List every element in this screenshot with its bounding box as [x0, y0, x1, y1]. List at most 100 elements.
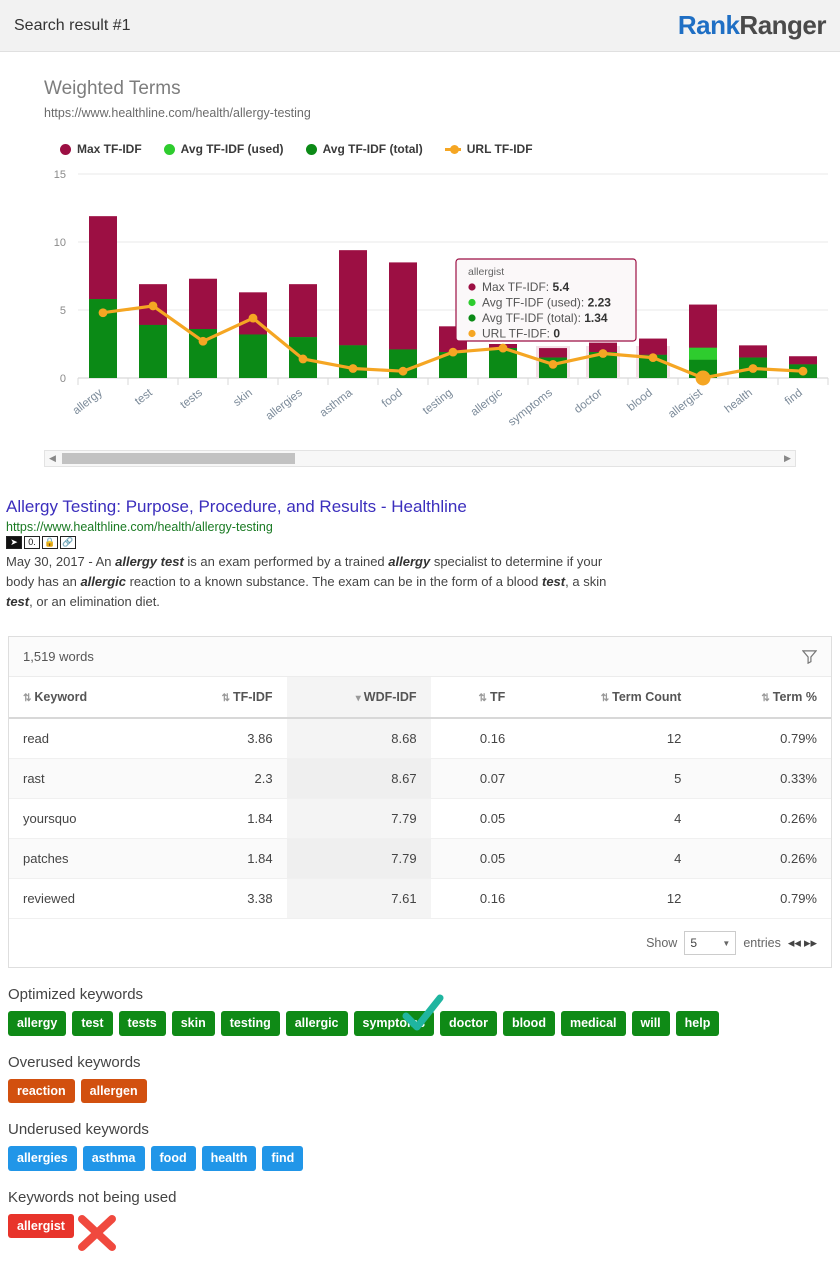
bar-avg-total[interactable]: [339, 345, 367, 378]
legend-item-url-tfidf[interactable]: URL TF-IDF: [444, 142, 533, 156]
x-axis-tick-label: doctor: [572, 387, 605, 416]
line-point-url-tfidf[interactable]: [298, 354, 308, 364]
line-point-url-tfidf[interactable]: [748, 364, 758, 373]
entries-value: 5: [690, 936, 698, 951]
line-point-url-tfidf[interactable]: [598, 349, 608, 358]
keyword-chip-row: allergist: [8, 1213, 832, 1238]
show-label: Show: [646, 936, 678, 951]
tooltip-series-dot: [468, 314, 476, 322]
keyword-chip[interactable]: testing: [220, 1011, 280, 1036]
scrollbar-thumb[interactable]: [62, 453, 295, 464]
cell-tf: 0.05: [430, 798, 520, 840]
line-point-url-tfidf[interactable]: [198, 336, 208, 346]
keyword-table-body: read 3.86 8.68 0.16 12 0.79% rast 2.3 8.67 0.07 5 0…: [9, 718, 831, 920]
cell-tf: 0.07: [430, 758, 520, 800]
snippet-highlight: allergic: [80, 574, 126, 590]
keyword-chip[interactable]: help: [675, 1011, 720, 1036]
x-axis-tick-label: testing: [421, 387, 455, 417]
x-axis-tick-label: find: [783, 387, 805, 408]
link-icon[interactable]: 🔗: [60, 536, 76, 549]
legend-item-avg-total[interactable]: Avg TF-IDF (total): [305, 142, 423, 156]
keyword-chip[interactable]: allergen: [80, 1078, 147, 1104]
keyword-chip[interactable]: reaction: [8, 1078, 75, 1104]
legend-label-max-tfidf: Max TF-IDF: [77, 142, 142, 156]
keyword-chip[interactable]: health: [201, 1146, 257, 1171]
result-title-link[interactable]: Allergy Testing: Purpose, Procedure, and…: [6, 497, 830, 517]
line-point-url-tfidf[interactable]: [98, 308, 108, 318]
chart-legend: Max TF-IDF Avg TF-IDF (used) Avg TF-IDF …: [60, 142, 840, 156]
column-label: Term %: [772, 690, 817, 705]
x-axis-tick-label: asthma: [318, 387, 356, 420]
table-row[interactable]: patches 1.84 7.79 0.05 4 0.26%: [9, 838, 831, 880]
keyword-chip[interactable]: allergist: [8, 1213, 74, 1238]
double-chevron-left-icon[interactable]: ◂◂: [788, 935, 801, 951]
entries-per-page-select[interactable]: 5 ▼: [684, 931, 737, 956]
keyword-chip[interactable]: find: [262, 1146, 304, 1171]
line-point-url-tfidf[interactable]: [248, 313, 258, 323]
table-column-header-tf[interactable]: ⇅ TF: [430, 677, 520, 720]
tooltip-series-value: 2.23: [588, 296, 612, 310]
y-axis-tick-label: 5: [60, 305, 66, 317]
legend-item-avg-used[interactable]: Avg TF-IDF (used): [163, 142, 284, 156]
table-row[interactable]: yoursquo 1.84 7.79 0.05 4 0.26%: [9, 798, 831, 840]
table-column-header-keyword[interactable]: ⇅ Keyword: [9, 677, 159, 720]
table-column-header-term-count[interactable]: ⇅ Term Count: [519, 677, 696, 720]
line-point-url-tfidf[interactable]: [695, 370, 711, 386]
table-row[interactable]: read 3.86 8.68 0.16 12 0.79%: [9, 718, 831, 760]
keyword-chip-row: allergies asthma food health find: [8, 1146, 832, 1171]
double-chevron-right-icon[interactable]: ▸▸: [804, 935, 817, 951]
table-column-header-tf-idf[interactable]: ⇅ TF-IDF: [158, 677, 287, 720]
keyword-chip[interactable]: doctor: [440, 1011, 497, 1036]
keyword-chip[interactable]: allergy: [8, 1011, 67, 1036]
legend-label-avg-used: Avg TF-IDF (used): [180, 142, 284, 156]
lock-icon[interactable]: 🔒: [42, 536, 58, 549]
cell-keyword: read: [9, 718, 159, 760]
arrow-icon[interactable]: ➤: [6, 536, 22, 549]
line-point-url-tfidf[interactable]: [448, 347, 458, 357]
keyword-chip[interactable]: asthma: [82, 1146, 145, 1171]
keyword-chip[interactable]: allergic: [285, 1011, 348, 1036]
keyword-group-orange: Overused keywords reaction allergen: [8, 1054, 832, 1104]
line-point-url-tfidf[interactable]: [648, 353, 658, 362]
bar-avg-total[interactable]: [239, 334, 267, 378]
weighted-terms-svg[interactable]: 0 5 10 15 allergy test tests skin allergies asthm…: [0, 166, 840, 436]
line-point-url-tfidf[interactable]: [548, 360, 558, 369]
table-pagination[interactable]: ◂◂ ▸▸: [788, 935, 817, 951]
table-row[interactable]: reviewed 3.38 7.61 0.16 12 0.79%: [9, 878, 831, 920]
line-point-url-tfidf[interactable]: [148, 301, 158, 311]
keyword-chip[interactable]: tests: [118, 1011, 166, 1036]
tooltip-series-value: 5.4: [552, 280, 569, 294]
cell-wdfidf: 7.79: [286, 838, 431, 880]
line-point-url-tfidf[interactable]: [798, 366, 808, 376]
tooltip-series-name: Max TF-IDF:: [482, 280, 552, 294]
zero-icon[interactable]: 0.: [24, 536, 40, 549]
chart-plot-area[interactable]: 0 5 10 15 allergy test tests skin allergies asthm…: [0, 166, 830, 436]
keyword-chip[interactable]: skin: [171, 1011, 215, 1036]
legend-item-max-tfidf[interactable]: Max TF-IDF: [60, 142, 142, 156]
keyword-chip[interactable]: medical: [560, 1011, 626, 1036]
keyword-group-green: Optimized keywords allergy test tests skin te…: [8, 986, 832, 1036]
scrollbar-track[interactable]: [60, 452, 780, 465]
line-point-url-tfidf[interactable]: [348, 364, 358, 373]
scroll-right-arrow-icon[interactable]: ▶: [780, 451, 795, 466]
bar-avg-total[interactable]: [139, 324, 167, 378]
tooltip-title: allergist: [468, 266, 504, 278]
keyword-chip[interactable]: will: [631, 1011, 670, 1036]
cell-tfidf: 1.84: [158, 798, 287, 840]
table-column-header-wdf-idf[interactable]: ▾ WDF-IDF: [286, 677, 431, 720]
table-row[interactable]: rast 2.3 8.67 0.07 5 0.33%: [9, 758, 831, 800]
scroll-left-arrow-icon[interactable]: ◀: [45, 451, 60, 466]
keyword-chip[interactable]: food: [150, 1146, 196, 1171]
keyword-chip[interactable]: allergies: [8, 1146, 77, 1171]
keyword-chip-row: allergy test tests skin testing allergic sympt…: [8, 1011, 832, 1036]
line-point-url-tfidf[interactable]: [398, 366, 408, 376]
table-column-header-term[interactable]: ⇅ Term %: [695, 677, 831, 720]
keyword-chip[interactable]: test: [72, 1011, 113, 1036]
line-point-url-tfidf[interactable]: [498, 343, 508, 353]
funnel-icon[interactable]: [802, 649, 817, 665]
cell-term-count: 4: [519, 798, 696, 840]
keyword-chip[interactable]: symptoms: [353, 1011, 435, 1036]
chart-horizontal-scrollbar[interactable]: ◀ ▶: [44, 450, 796, 467]
keyword-chip[interactable]: blood: [502, 1011, 555, 1036]
cell-tfidf: 1.84: [158, 838, 287, 880]
